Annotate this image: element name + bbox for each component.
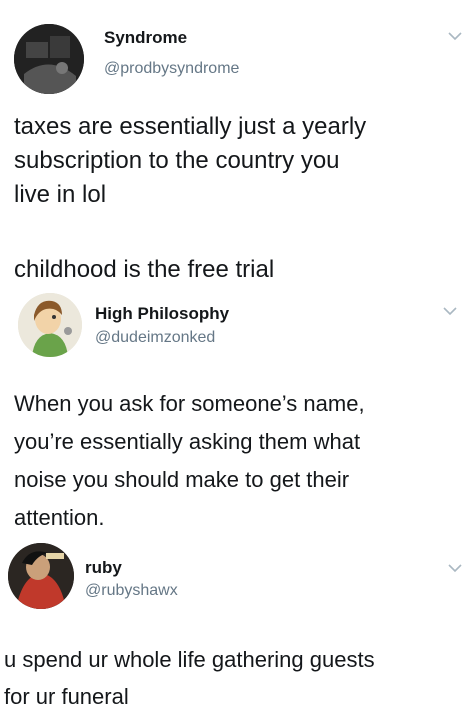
tweet-text-line: for ur funeral [4,684,129,709]
avatar-high-philosophy-image [18,293,82,357]
tweet-text-line: subscription to the country you [14,147,340,174]
chevron-down-icon[interactable] [443,306,457,316]
reply-text-line: childhood is the free trial [14,256,275,283]
avatar-high-philosophy[interactable] [18,293,82,357]
tweet-high-philosophy: High Philosophy @dudeimzonked When you a… [0,290,473,530]
author-handle[interactable]: @dudeimzonked [95,329,215,347]
author-name[interactable]: ruby [85,558,122,578]
avatar-ruby-image [8,543,74,609]
tweet-text-line: you’re essentially asking them what [14,429,361,454]
author-handle[interactable]: @rubyshawx [85,582,178,600]
tweet-text-line: live in lol [14,181,107,208]
chevron-down-icon[interactable] [448,31,462,41]
avatar-syndrome-image [14,24,84,94]
tweet-syndrome: Syndrome @prodbysyndrome taxes are essen… [0,0,473,290]
tweet-text: taxes are essentially just a yearly subs… [14,110,459,212]
tweet-text-line: attention. [14,505,105,530]
avatar-ruby[interactable] [8,543,74,609]
author-handle[interactable]: @prodbysyndrome [104,60,239,78]
avatar-syndrome[interactable] [14,24,84,94]
tweet-ruby: ruby @rubyshawx u spend ur whole life ga… [0,535,473,720]
author-name[interactable]: Syndrome [104,28,187,48]
chevron-down-icon[interactable] [448,563,462,573]
tweet-text-line: When you ask for someone’s name, [14,391,365,416]
tweet-text: When you ask for someone’s name, you’re … [14,385,459,537]
author-name[interactable]: High Philosophy [95,304,229,324]
tweet-text-line: u spend ur whole life gathering guests [4,647,375,672]
tweet-text-line: noise you should make to get their [14,467,350,492]
tweet-text: u spend ur whole life gathering guests f… [4,641,459,715]
reply-text: childhood is the free trial [14,253,459,287]
tweet-text-line: taxes are essentially just a yearly [14,113,367,140]
